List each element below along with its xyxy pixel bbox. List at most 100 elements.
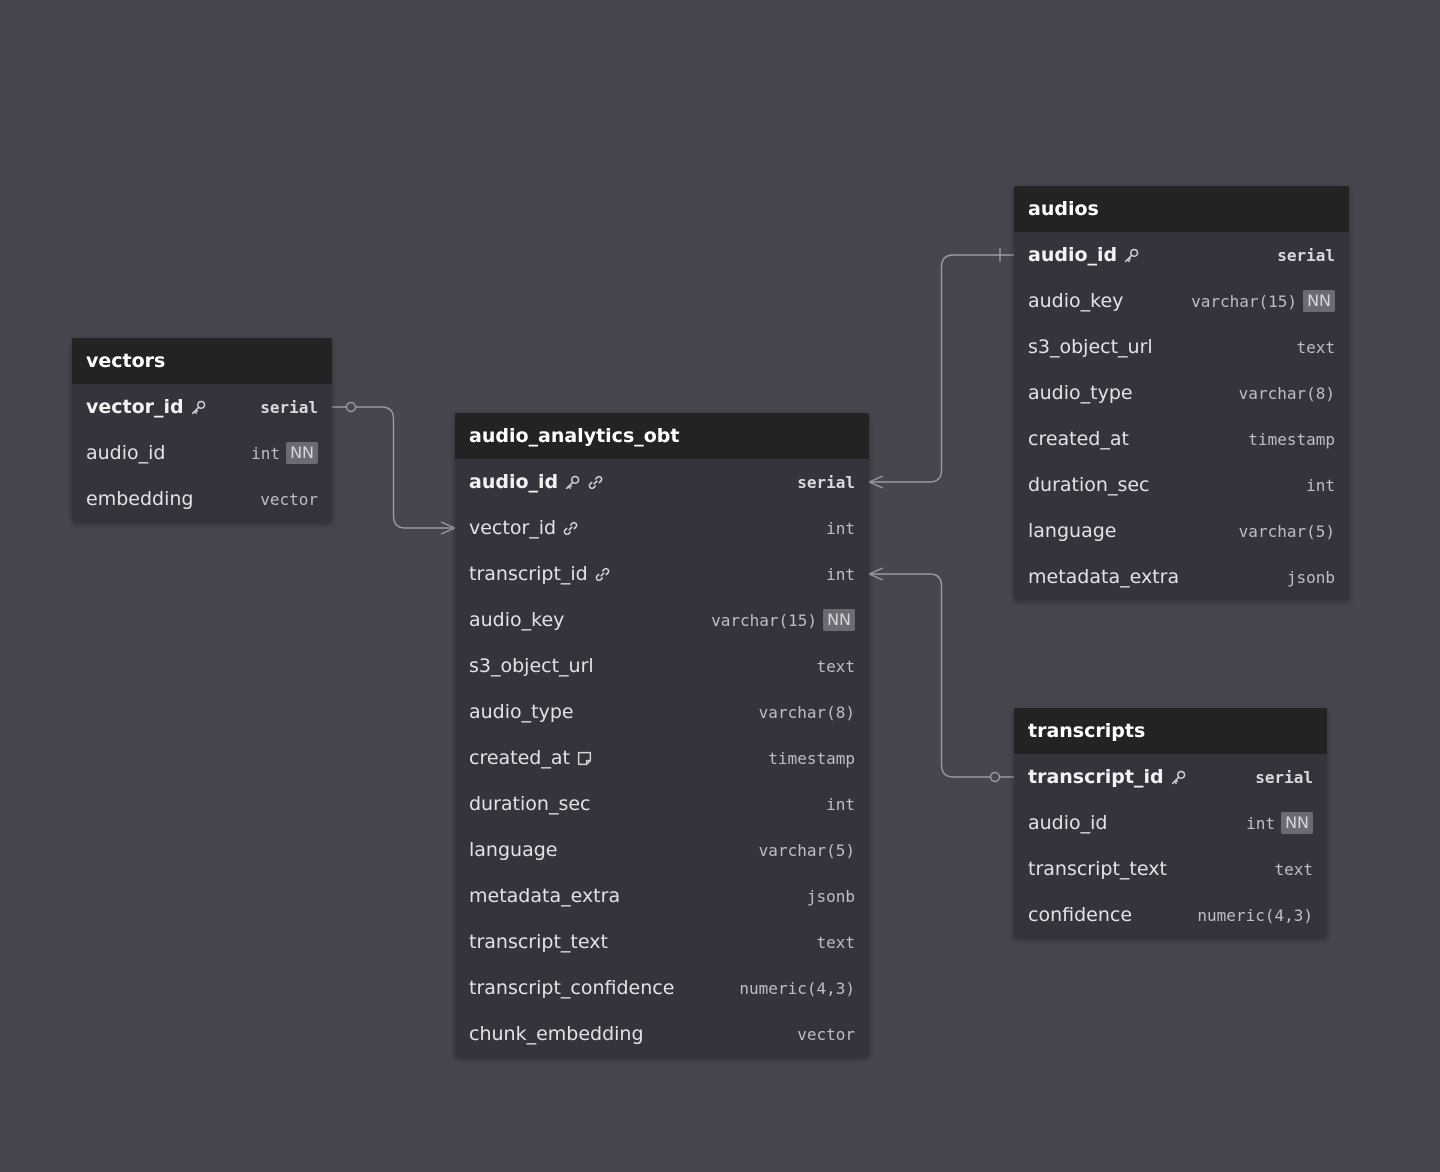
column-type: varchar(5) xyxy=(758,840,855,860)
column-type: serial xyxy=(1277,245,1335,265)
column-type: int xyxy=(251,443,281,463)
column-name-group: transcript_text xyxy=(469,931,608,953)
column-name: audio_type xyxy=(469,701,574,723)
column-type-group: numeric(4,3) xyxy=(1197,906,1313,925)
column-row-audio-id[interactable]: audio_id serial xyxy=(1014,232,1349,278)
column-name-group: transcript_id xyxy=(469,563,611,585)
column-row-vector-id[interactable]: vector_id int xyxy=(455,505,869,551)
column-name: transcript_confidence xyxy=(469,977,675,999)
column-name-group: transcript_confidence xyxy=(469,977,674,999)
column-type: varchar(8) xyxy=(758,702,855,722)
column-type: numeric(4,3) xyxy=(1197,905,1313,925)
column-type-group: int xyxy=(1306,476,1335,495)
column-name-group: audio_key xyxy=(469,609,564,631)
column-row-vector-id[interactable]: vector_id serial xyxy=(72,384,332,430)
column-row-chunk-embedding[interactable]: chunk_embedding vector xyxy=(455,1011,869,1057)
column-name: chunk_embedding xyxy=(469,1023,644,1045)
column-name-group: audio_type xyxy=(469,701,574,723)
relationship-line-1[interactable] xyxy=(869,254,1014,483)
table-vectors[interactable]: vectors vector_id serial audio_id int NN embed… xyxy=(72,338,332,522)
column-row-duration-sec[interactable]: duration_sec int xyxy=(1014,462,1349,508)
column-type: varchar(5) xyxy=(1238,521,1335,541)
relationship-line-2[interactable] xyxy=(869,573,1014,778)
column-name-group: s3_object_url xyxy=(469,655,594,677)
column-name: created_at xyxy=(1028,428,1129,450)
column-type-group: int xyxy=(826,565,855,584)
table-audios[interactable]: audios audio_id serial audio_key varchar(15)… xyxy=(1014,186,1349,600)
table-header[interactable]: vectors xyxy=(72,338,332,384)
column-row-transcript-text[interactable]: transcript_text text xyxy=(1014,846,1327,892)
column-name-group: metadata_extra xyxy=(469,885,620,907)
column-row-audio-id[interactable]: audio_id int NN xyxy=(72,430,332,476)
table-header[interactable]: audio_analytics_obt xyxy=(455,413,869,459)
column-row-audio-id[interactable]: audio_id serial xyxy=(455,459,869,505)
column-row-language[interactable]: language varchar(5) xyxy=(455,827,869,873)
column-row-created-at[interactable]: created_at timestamp xyxy=(1014,416,1349,462)
column-type-group: varchar(5) xyxy=(759,841,855,860)
column-type: text xyxy=(1296,337,1335,357)
table-audio_analytics_obt[interactable]: audio_analytics_obt audio_id serial vector_… xyxy=(455,413,869,1057)
column-name-group: duration_sec xyxy=(1028,474,1150,496)
column-type: timestamp xyxy=(1248,429,1335,449)
column-row-s3-object-url[interactable]: s3_object_url text xyxy=(1014,324,1349,370)
column-row-embedding[interactable]: embedding vector xyxy=(72,476,332,522)
column-name: vector_id xyxy=(469,517,557,539)
column-type: jsonb xyxy=(1286,567,1335,587)
column-type: text xyxy=(816,932,855,952)
column-name: language xyxy=(1028,520,1117,542)
column-row-transcript-id[interactable]: transcript_id int xyxy=(455,551,869,597)
column-row-audio-type[interactable]: audio_type varchar(8) xyxy=(1014,370,1349,416)
column-name-group: transcript_id xyxy=(1028,766,1187,788)
column-type-group: timestamp xyxy=(1248,430,1335,449)
table-header[interactable]: audios xyxy=(1014,186,1349,232)
column-name-group: created_at xyxy=(1028,428,1129,450)
column-type: text xyxy=(1274,859,1313,879)
column-name: audio_id xyxy=(469,471,559,493)
column-name: created_at xyxy=(469,747,570,769)
column-row-language[interactable]: language varchar(5) xyxy=(1014,508,1349,554)
column-row-metadata-extra[interactable]: metadata_extra jsonb xyxy=(1014,554,1349,600)
column-name-group: metadata_extra xyxy=(1028,566,1179,588)
column-name: vector_id xyxy=(86,396,184,418)
column-row-audio-type[interactable]: audio_type varchar(8) xyxy=(455,689,869,735)
column-name: metadata_extra xyxy=(469,885,621,907)
relationship-0-from-zero-circle xyxy=(345,401,357,413)
column-name: embedding xyxy=(86,488,194,510)
column-name: metadata_extra xyxy=(1028,566,1180,588)
column-type-group: serial xyxy=(1277,246,1335,265)
key-icon xyxy=(1170,769,1187,786)
table-transcripts[interactable]: transcripts transcript_id serial audio_id in… xyxy=(1014,708,1327,938)
diagram-canvas: vectors vector_id serial audio_id int NN embed… xyxy=(0,0,1440,1172)
column-type-group: vector xyxy=(797,1025,855,1044)
column-name: duration_sec xyxy=(469,793,591,815)
not-null-badge: NN xyxy=(1303,290,1335,312)
column-type: int xyxy=(1246,813,1276,833)
column-row-transcript-id[interactable]: transcript_id serial xyxy=(1014,754,1327,800)
column-type-group: vector xyxy=(260,490,318,509)
column-row-transcript-text[interactable]: transcript_text text xyxy=(455,919,869,965)
column-type: serial xyxy=(1255,767,1313,787)
column-type: varchar(8) xyxy=(1238,383,1335,403)
column-type-group: timestamp xyxy=(768,749,855,768)
column-name: audio_key xyxy=(1028,290,1124,312)
relationship-line-0[interactable] xyxy=(332,406,455,529)
column-row-duration-sec[interactable]: duration_sec int xyxy=(455,781,869,827)
column-row-s3-object-url[interactable]: s3_object_url text xyxy=(455,643,869,689)
column-type: jsonb xyxy=(806,886,855,906)
column-row-created-at[interactable]: created_at timestamp xyxy=(455,735,869,781)
column-row-confidence[interactable]: confidence numeric(4,3) xyxy=(1014,892,1327,938)
column-name: confidence xyxy=(1028,904,1133,926)
column-type-group: serial xyxy=(1255,768,1313,787)
column-row-audio-key[interactable]: audio_key varchar(15) NN xyxy=(455,597,869,643)
not-null-badge: NN xyxy=(823,609,855,631)
column-row-metadata-extra[interactable]: metadata_extra jsonb xyxy=(455,873,869,919)
column-type-group: int xyxy=(826,795,855,814)
column-name-group: audio_id xyxy=(86,442,166,464)
column-type-group: varchar(5) xyxy=(1239,522,1335,541)
column-row-transcript-confidence[interactable]: transcript_confidence numeric(4,3) xyxy=(455,965,869,1011)
column-row-audio-id[interactable]: audio_id int NN xyxy=(1014,800,1327,846)
key-icon xyxy=(1123,247,1140,264)
table-header[interactable]: transcripts xyxy=(1014,708,1327,754)
column-row-audio-key[interactable]: audio_key varchar(15) NN xyxy=(1014,278,1349,324)
link-icon xyxy=(587,474,604,491)
